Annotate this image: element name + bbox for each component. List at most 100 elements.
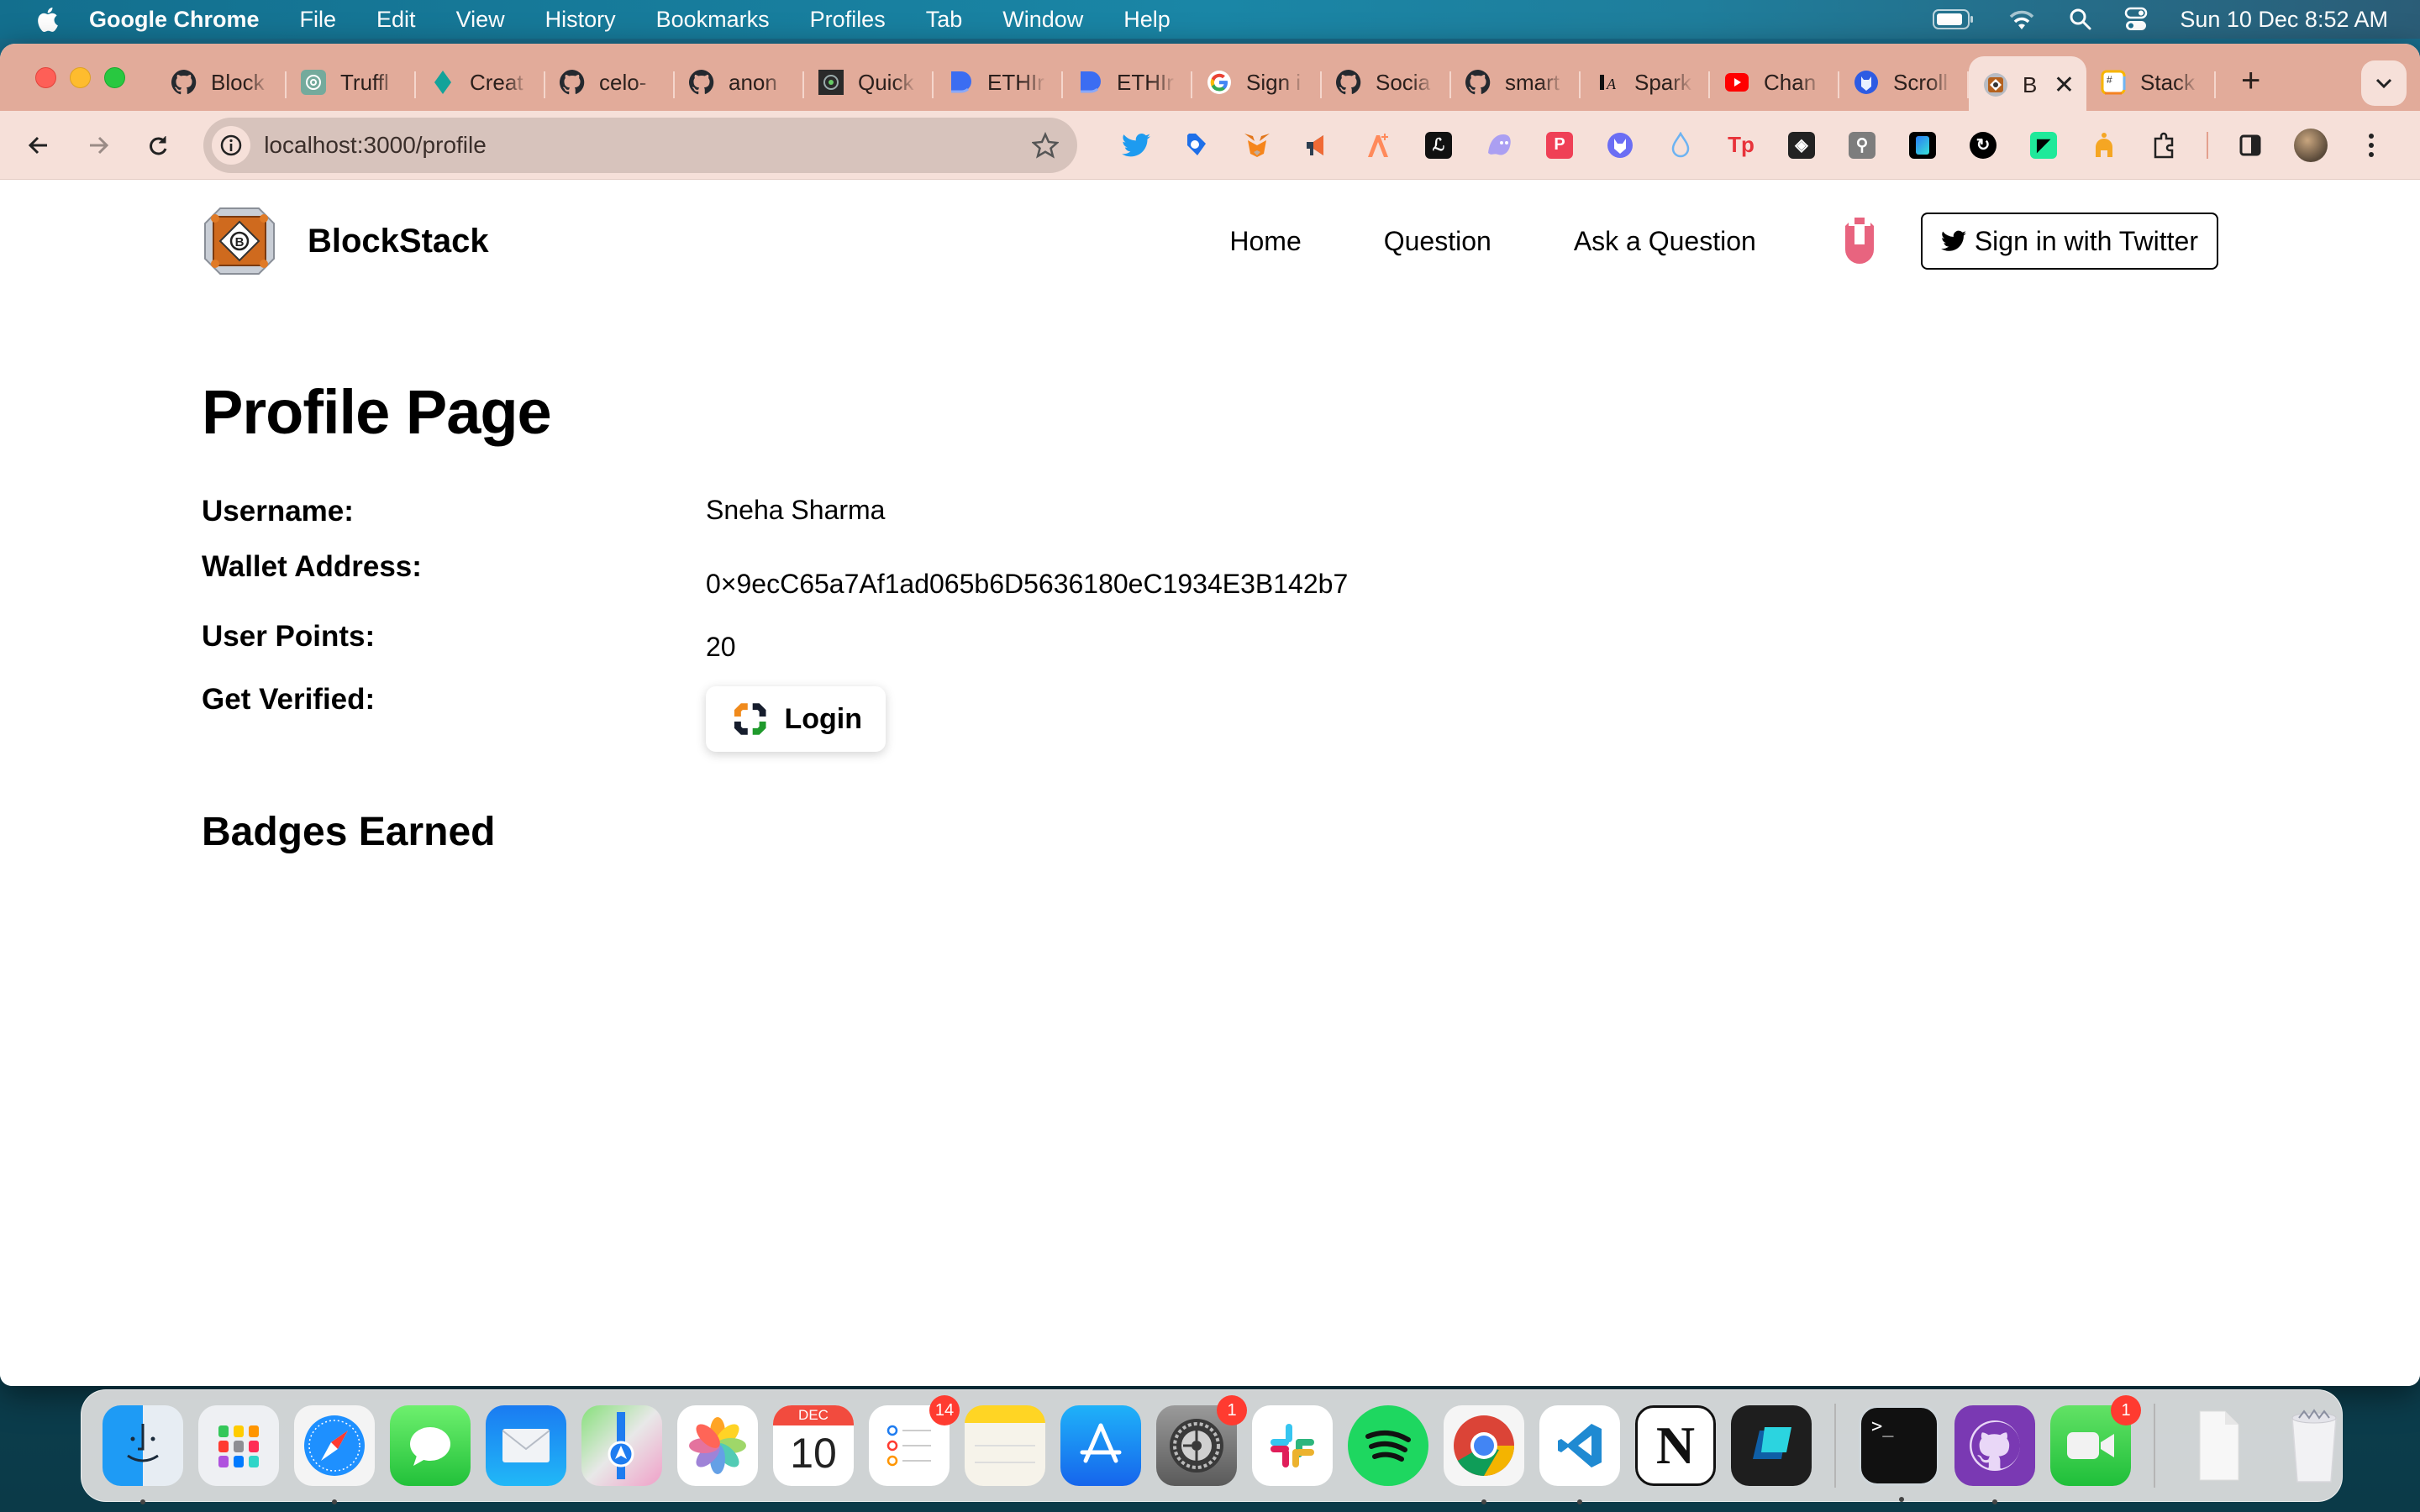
tp-extension-icon[interactable]: Tp: [1711, 124, 1771, 166]
clock[interactable]: Sun 10 Dec 8:52 AM: [2180, 7, 2388, 33]
reload-button[interactable]: [137, 124, 178, 166]
menu-profiles[interactable]: Profiles: [810, 7, 886, 33]
arc-extension-icon[interactable]: [1348, 124, 1408, 166]
control-center-icon[interactable]: [2124, 7, 2148, 32]
dock-spotify[interactable]: [1348, 1405, 1428, 1486]
tab-anon[interactable]: anon: [675, 56, 804, 108]
dock-chrome[interactable]: [1444, 1405, 1524, 1504]
menu-file[interactable]: File: [300, 7, 337, 33]
unstop-logo-icon[interactable]: [1840, 216, 1879, 266]
url-input[interactable]: [264, 131, 1028, 159]
dock-launchpad[interactable]: [198, 1405, 279, 1486]
macos-menubar: Google Chrome File Edit View History Boo…: [0, 0, 2420, 39]
anon-aadhaar-login-button[interactable]: Login: [706, 686, 886, 752]
forward-button[interactable]: [78, 124, 119, 166]
tab-sign-in[interactable]: Sign i: [1192, 56, 1322, 108]
running-indicator: [1899, 1497, 1904, 1502]
hubspot-extension-icon[interactable]: ⚲: [1832, 124, 1892, 166]
puzzle-extensions-icon[interactable]: [2134, 124, 2195, 166]
close-window-button[interactable]: [35, 66, 56, 88]
menu-edit[interactable]: Edit: [376, 7, 416, 33]
dock-reminders[interactable]: 14: [869, 1395, 960, 1486]
dock-azure-data-studio[interactable]: [1731, 1405, 1812, 1486]
tab-truffle[interactable]: Truffl: [287, 56, 416, 108]
tab-quick[interactable]: Quick: [804, 56, 934, 108]
dock-terminal[interactable]: >_: [1859, 1405, 1939, 1502]
dock-messages[interactable]: [390, 1405, 471, 1486]
dock-maps[interactable]: [581, 1405, 662, 1486]
dock-notion[interactable]: N: [1635, 1405, 1716, 1486]
drop-extension-icon[interactable]: [1650, 124, 1711, 166]
profile-avatar[interactable]: [2281, 124, 2341, 166]
tab-ethindia-1[interactable]: ETHIr: [934, 56, 1063, 108]
dock-downloads-stack[interactable]: [2178, 1405, 2259, 1486]
fox-extension-icon[interactable]: [1590, 124, 1650, 166]
nav-ask-question-link[interactable]: Ask a Question: [1574, 226, 1756, 257]
tag-extension-icon[interactable]: [1166, 124, 1227, 166]
tab-social[interactable]: Socia: [1322, 56, 1451, 108]
brand-link[interactable]: B BlockStack: [202, 205, 489, 277]
reminders-icon: [886, 1425, 931, 1467]
dock-facetime[interactable]: 1: [2050, 1395, 2141, 1486]
new-tab-button[interactable]: +: [2241, 62, 2260, 100]
wallet-row: Wallet Address: 0×9ecC65a7Af1ad065b6D563…: [202, 550, 2218, 600]
battery-icon[interactable]: [1933, 8, 1975, 30]
tab-block[interactable]: Block: [157, 56, 287, 108]
tab-ethindia-2[interactable]: ETHIr: [1063, 56, 1192, 108]
sign-in-twitter-button[interactable]: Sign in with Twitter: [1920, 213, 2218, 270]
layers-extension-icon[interactable]: ◈: [1771, 124, 1832, 166]
dock-vscode[interactable]: [1539, 1405, 1620, 1504]
side-panel-icon[interactable]: [2220, 124, 2281, 166]
tab-channel[interactable]: Chan: [1710, 56, 1839, 108]
helmet-extension-icon[interactable]: [2074, 124, 2134, 166]
nav-question-link[interactable]: Question: [1384, 226, 1491, 257]
spotlight-search-icon[interactable]: [2069, 8, 2092, 31]
refresh-extension-icon[interactable]: ↻: [1953, 124, 2013, 166]
dock-photos[interactable]: [677, 1405, 758, 1486]
menu-tab[interactable]: Tab: [926, 7, 963, 33]
tab-create[interactable]: Creat: [416, 56, 545, 108]
nav-home-link[interactable]: Home: [1229, 226, 1301, 257]
dock-notes[interactable]: [965, 1405, 1045, 1486]
ghost-extension-icon[interactable]: [1469, 124, 1529, 166]
pocket-extension-icon[interactable]: P: [1529, 124, 1590, 166]
menu-bookmarks[interactable]: Bookmarks: [656, 7, 770, 33]
dock-calendar[interactable]: DEC 10: [773, 1405, 854, 1486]
tab-celo[interactable]: celo-: [545, 56, 675, 108]
bookmark-star-icon[interactable]: [1028, 129, 1062, 162]
chrome-menu-icon[interactable]: [2341, 124, 2402, 166]
apple-menu-icon[interactable]: [32, 7, 62, 32]
back-button[interactable]: [18, 124, 60, 166]
tab-stackedit[interactable]: # Stack: [2086, 56, 2216, 108]
dock-safari[interactable]: [294, 1405, 375, 1504]
close-tab-icon[interactable]: ✕: [2054, 71, 2075, 100]
zoom-window-button[interactable]: [104, 66, 125, 88]
dock-trash[interactable]: [2274, 1405, 2354, 1486]
dock-finder[interactable]: [103, 1405, 183, 1504]
tab-blockstack-active[interactable]: B ✕: [1969, 56, 2086, 113]
dock-github-desktop[interactable]: [1954, 1405, 2035, 1504]
tab-spark[interactable]: A Spark: [1581, 56, 1710, 108]
dock-system-settings[interactable]: 1: [1156, 1395, 1247, 1486]
tab-scroll[interactable]: Scroll: [1839, 56, 1969, 108]
menu-app-name[interactable]: Google Chrome: [89, 7, 260, 33]
minimize-window-button[interactable]: [70, 66, 91, 88]
phone-extension-icon[interactable]: [1892, 124, 1953, 166]
menu-view[interactable]: View: [456, 7, 505, 33]
menu-window[interactable]: Window: [1002, 7, 1083, 33]
menu-help[interactable]: Help: [1123, 7, 1171, 33]
menu-history[interactable]: History: [545, 7, 616, 33]
site-info-icon[interactable]: [212, 125, 251, 165]
wifi-icon[interactable]: [2007, 8, 2037, 31]
dock-slack[interactable]: [1252, 1405, 1333, 1486]
megaphone-extension-icon[interactable]: [1287, 124, 1348, 166]
dock-app-store[interactable]: [1060, 1405, 1141, 1486]
green-extension-icon[interactable]: ◤: [2013, 124, 2074, 166]
address-bar[interactable]: [203, 117, 1077, 173]
script-extension-icon[interactable]: ℒ: [1408, 124, 1469, 166]
dock-mail[interactable]: [486, 1405, 566, 1486]
twitter-extension-icon[interactable]: [1106, 124, 1166, 166]
tab-smart[interactable]: smart: [1451, 56, 1581, 108]
tab-search-button[interactable]: [2361, 60, 2407, 106]
metamask-icon[interactable]: [1227, 124, 1287, 166]
